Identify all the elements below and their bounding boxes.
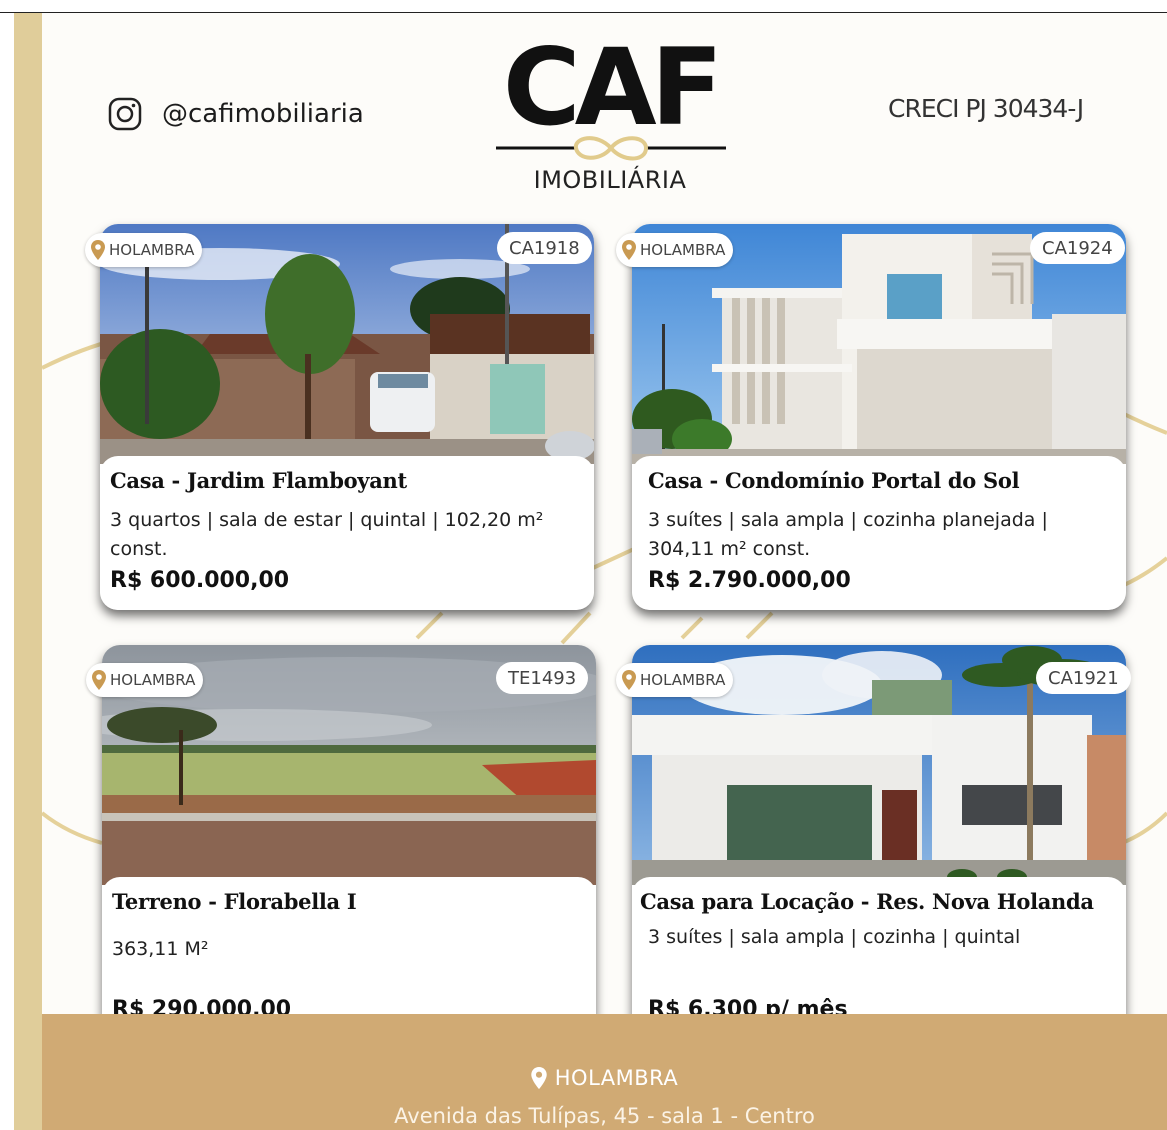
top-border <box>0 0 1167 13</box>
listing-info: Casa para Locação - Res. Nova Holanda 3 … <box>632 877 1126 1031</box>
listing-card[interactable]: Casa - Jardim Flamboyant 3 quartos | sal… <box>100 224 594 610</box>
listing-title: Casa - Jardim Flamboyant <box>110 468 407 493</box>
listing-card[interactable]: Casa - Condomínio Portal do Sol 3 suítes… <box>632 224 1126 610</box>
listing-title: Terreno - Florabella I <box>112 889 357 914</box>
listing-title: Casa para Locação - Res. Nova Holanda <box>640 889 1094 914</box>
listing-code: TE1493 <box>496 662 589 694</box>
listing-info: Casa - Condomínio Portal do Sol 3 suítes… <box>632 456 1126 610</box>
footer: HOLAMBRA Avenida das Tulípas, 45 - sala … <box>42 1014 1167 1130</box>
map-pin-icon <box>92 670 106 690</box>
listing-description: 3 quartos | sala de estar | quintal | 10… <box>110 509 544 560</box>
listing-price: R$ 2.790.000,00 <box>648 568 851 593</box>
instagram-handle[interactable]: @cafimobiliaria <box>162 99 364 129</box>
listing-info: Terreno - Florabella I 363,11 M² R$ 290.… <box>102 877 596 1031</box>
map-pin-icon <box>531 1067 547 1089</box>
listing-code: CA1918 <box>497 232 592 264</box>
creci-registration: CRECI PJ 30434-J <box>888 94 1084 123</box>
location-label: HOLAMBRA <box>640 671 726 689</box>
map-pin-icon <box>91 240 105 260</box>
listing-price: R$ 600.000,00 <box>110 568 290 593</box>
instagram-icon <box>108 97 142 131</box>
map-pin-icon <box>622 670 636 690</box>
instagram-block[interactable]: @cafimobiliaria <box>108 97 364 131</box>
location-tag: HOLAMBRA <box>85 233 203 267</box>
footer-location-label: HOLAMBRA <box>554 1066 679 1090</box>
footer-location: HOLAMBRA <box>42 1066 1167 1090</box>
footer-address: Avenida das Tulípas, 45 - sala 1 - Centr… <box>394 1104 815 1128</box>
listing-description: 3 suítes | sala ampla | cozinha planejad… <box>648 509 1048 560</box>
location-tag: HOLAMBRA <box>616 663 734 697</box>
listing-description: 363,11 M² <box>112 938 209 960</box>
flyer: @cafimobiliaria CAF IMOBILIÁRIA CRECI PJ… <box>0 0 1167 1130</box>
listing-description: 3 suítes | sala ampla | cozinha | quinta… <box>648 926 1021 948</box>
location-tag: HOLAMBRA <box>616 233 734 267</box>
location-label: HOLAMBRA <box>640 241 726 259</box>
location-tag: HOLAMBRA <box>86 663 204 697</box>
logo-text: CAF <box>502 26 723 149</box>
listing-code: CA1924 <box>1030 232 1125 264</box>
listing-card[interactable]: Casa para Locação - Res. Nova Holanda 3 … <box>632 645 1126 1031</box>
infinity-divider-icon <box>496 136 726 161</box>
listing-code: CA1921 <box>1036 662 1131 694</box>
location-label: HOLAMBRA <box>110 671 196 689</box>
company-logo: CAF IMOBILIÁRIA <box>490 26 730 198</box>
listing-card[interactable]: Terreno - Florabella I 363,11 M² R$ 290.… <box>102 645 596 1031</box>
left-margin <box>0 13 14 1130</box>
left-gold-stripe <box>14 13 42 1130</box>
listing-info: Casa - Jardim Flamboyant 3 quartos | sal… <box>100 456 594 610</box>
location-label: HOLAMBRA <box>109 241 195 259</box>
listing-title: Casa - Condomínio Portal do Sol <box>648 468 1020 493</box>
map-pin-icon <box>622 240 636 260</box>
